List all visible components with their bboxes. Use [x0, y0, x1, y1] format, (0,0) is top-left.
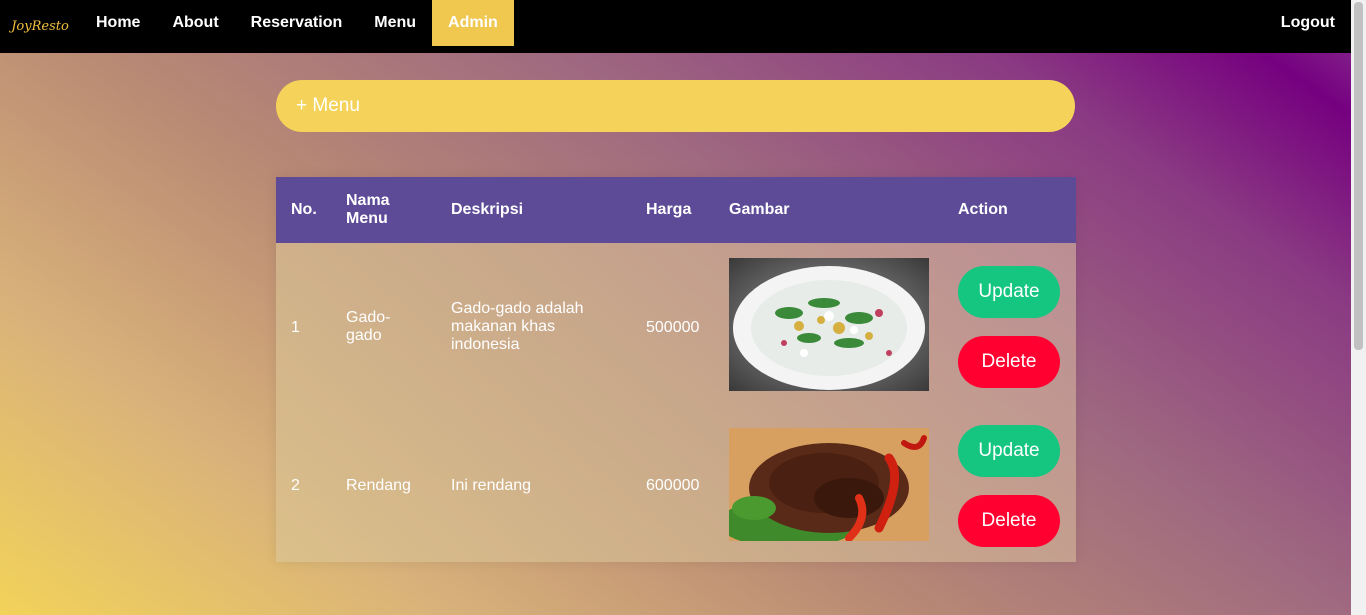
table-header: No. Nama Menu Deskripsi Harga Gambar Act…: [276, 177, 1076, 243]
nav-menu[interactable]: Menu: [358, 0, 432, 46]
menu-table: No. Nama Menu Deskripsi Harga Gambar Act…: [276, 177, 1076, 562]
header-harga: Harga: [646, 201, 692, 218]
gado-gado-image: [729, 258, 929, 391]
header-nama-menu: Nama Menu: [346, 192, 390, 227]
nav-home[interactable]: Home: [80, 0, 156, 46]
table-row: 2 Rendang Ini rendang 600000 Update Dele…: [276, 411, 1076, 562]
header-deskripsi: Deskripsi: [451, 201, 524, 218]
food-image-gado-gado: [729, 258, 929, 391]
add-menu-button[interactable]: + Menu: [276, 80, 1075, 132]
page-scrollbar[interactable]: [1351, 0, 1366, 615]
button-gap: [958, 477, 1060, 495]
rendang-image: [729, 428, 929, 541]
cell-no: 1: [291, 319, 300, 336]
logout-link[interactable]: Logout: [1265, 0, 1351, 46]
nav-admin[interactable]: Admin: [432, 0, 514, 46]
table-row: 1 Gado-gado Gado-gado adalah makanan kha…: [276, 243, 1076, 411]
row-actions: Update Delete: [958, 425, 1060, 547]
cell-deskripsi: Gado-gado adalah makanan khas indonesia: [451, 300, 584, 353]
button-gap: [958, 318, 1060, 336]
header-action: Action: [958, 201, 1008, 218]
cell-no: 2: [291, 477, 300, 494]
top-navbar: JoyResto Home About Reservation Menu Adm…: [0, 0, 1351, 53]
nav-reservation[interactable]: Reservation: [235, 0, 359, 46]
cell-nama: Gado-gado: [346, 309, 391, 344]
brand-logo[interactable]: JoyResto: [0, 0, 80, 53]
header-gambar: Gambar: [729, 201, 790, 218]
update-button[interactable]: Update: [958, 425, 1060, 477]
delete-button[interactable]: Delete: [958, 495, 1060, 547]
food-image-rendang: [729, 428, 929, 541]
row-actions: Update Delete: [958, 266, 1060, 388]
nav-about[interactable]: About: [156, 0, 234, 46]
header-no: No.: [291, 201, 317, 218]
cell-harga: 600000: [646, 477, 700, 494]
delete-button[interactable]: Delete: [958, 336, 1060, 388]
scroll-thumb[interactable]: [1354, 2, 1363, 350]
cell-harga: 500000: [646, 319, 700, 336]
cell-nama: Rendang: [346, 477, 411, 494]
cell-deskripsi: Ini rendang: [451, 477, 532, 494]
update-button[interactable]: Update: [958, 266, 1060, 318]
